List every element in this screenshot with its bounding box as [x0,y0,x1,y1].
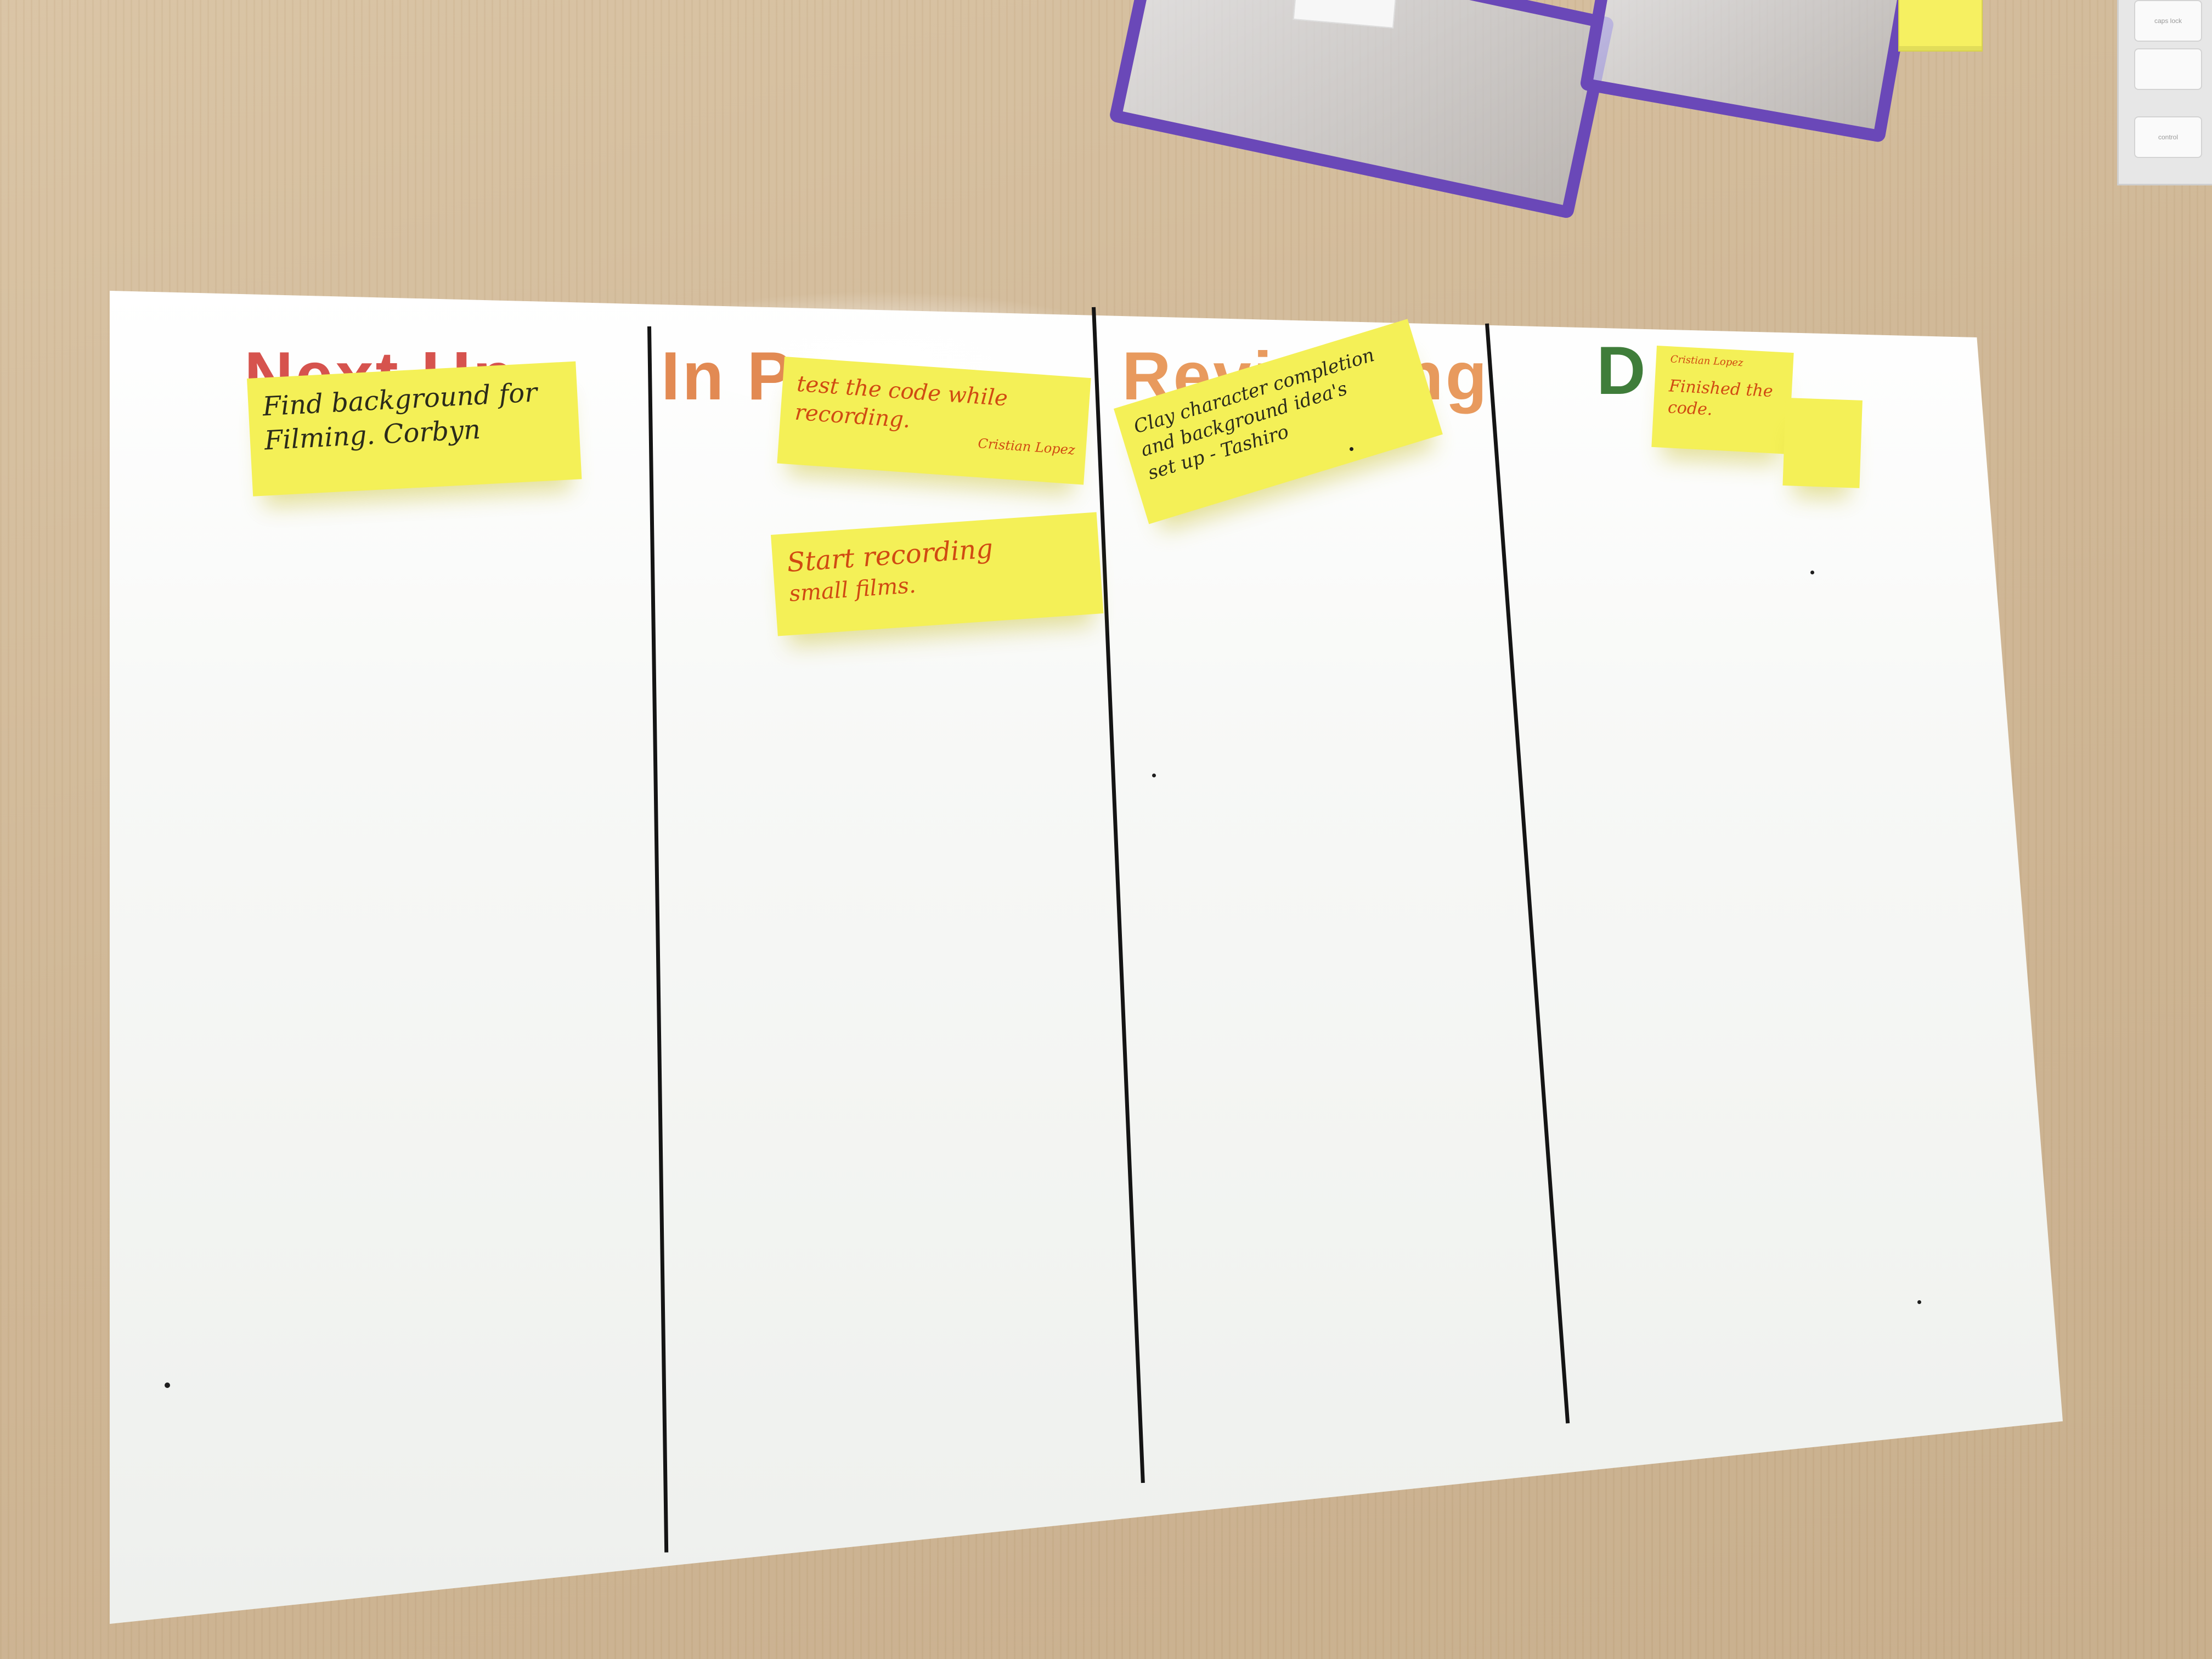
marker-dot [1917,1300,1921,1304]
sticky-note[interactable]: Find background for Filming. Corbyn [247,361,582,496]
marker-dot [1350,447,1353,451]
sticky-note-pad [1898,0,1983,52]
column-title-in-progress: In P [661,338,795,414]
column-title-done: D [1596,333,1648,409]
key[interactable] [2134,48,2202,90]
sticky-note[interactable]: test the code while recording. Cristian … [777,357,1091,485]
sticky-note[interactable]: Cristian Lopez Finished the code. [1651,346,1794,454]
purple-pouch [1108,0,1615,219]
note-author: Cristian Lopez [1670,353,1743,369]
kanban-board [110,291,2063,1624]
caps-lock-key[interactable]: caps lock [2134,0,2202,42]
marker-dot [1810,571,1814,574]
marker-dot [165,1383,170,1388]
control-key[interactable]: control [2134,116,2202,158]
keyboard: caps lock control [2117,0,2212,185]
sticky-note-tab [1782,398,1863,488]
purple-pouch [1579,0,1912,143]
marker-dot [1152,774,1156,777]
